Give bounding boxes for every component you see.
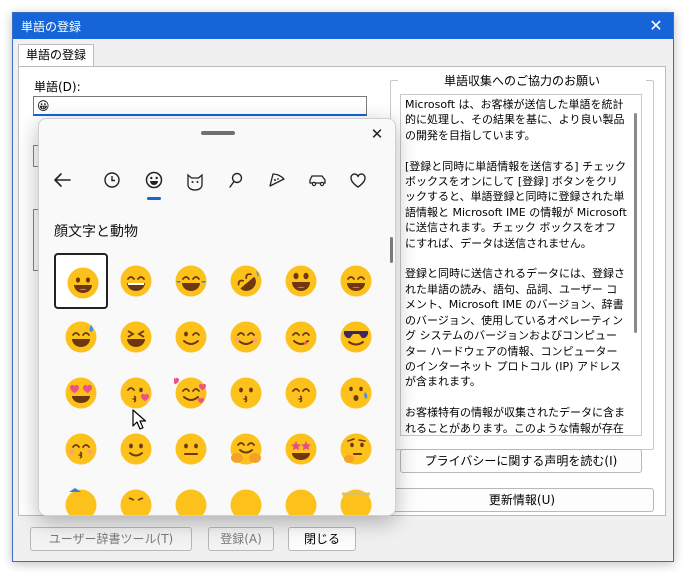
partial-5-icon <box>285 489 317 515</box>
squinting-face-emoji[interactable] <box>109 309 163 365</box>
beaming-face-emoji[interactable] <box>109 253 163 309</box>
info-groupbox-title: 単語収集へのご協力のお願い <box>398 72 646 89</box>
partial-5-emoji[interactable] <box>274 477 328 515</box>
grinning-face-emoji[interactable] <box>54 253 108 309</box>
squinting-face-icon <box>120 321 152 353</box>
kissing-smiling-eyes-emoji[interactable] <box>329 365 383 421</box>
thinking-face-icon <box>340 433 372 465</box>
winking-face-icon <box>175 321 207 353</box>
slightly-smiling-icon <box>120 433 152 465</box>
neutral-face-icon <box>175 433 207 465</box>
sweat-smile-icon <box>65 321 97 353</box>
emoji-panel-scrollbar[interactable] <box>390 237 393 263</box>
thinking-face-emoji[interactable] <box>329 421 383 477</box>
active-category-indicator <box>147 197 161 200</box>
car-icon[interactable] <box>305 167 331 193</box>
hugging-face-icon <box>230 433 262 465</box>
update-info-button[interactable]: 更新情報(U) <box>390 488 654 512</box>
hugging-face-emoji[interactable] <box>219 421 273 477</box>
drag-handle[interactable] <box>201 131 235 135</box>
partial-4-icon <box>230 489 262 515</box>
smiling-eyes-icon <box>230 321 262 353</box>
grinning-face-icon <box>67 267 99 299</box>
grinning-big-eyes-icon <box>285 265 317 297</box>
user-dictionary-tool-button[interactable]: ユーザー辞書ツール(T) <box>30 527 192 551</box>
neutral-face-emoji[interactable] <box>164 421 218 477</box>
smiling-eyes-emoji[interactable] <box>219 309 273 365</box>
sunglasses-face-emoji[interactable] <box>329 309 383 365</box>
emoji-category-bar <box>39 163 395 197</box>
sunglasses-face-icon <box>340 321 372 353</box>
kissing-heart-icon <box>120 377 152 409</box>
clock-icon[interactable] <box>99 167 125 193</box>
smiley-icon[interactable] <box>141 167 167 193</box>
info-scrollbar[interactable] <box>634 113 637 333</box>
emoji-panel: ✕ 顔文字と動物 <box>38 118 396 516</box>
register-button[interactable]: 登録(A) <box>208 527 274 551</box>
smiling-hearts-emoji[interactable] <box>164 365 218 421</box>
face-savoring-icon <box>285 321 317 353</box>
kissing-blush-emoji[interactable] <box>54 421 108 477</box>
pizza-icon[interactable] <box>264 167 290 193</box>
partial-6-emoji[interactable] <box>329 477 383 515</box>
grinning-big-eyes-emoji[interactable] <box>274 253 328 309</box>
word-input[interactable]: 😀 <box>33 96 367 116</box>
beaming-face-icon <box>120 265 152 297</box>
face-savoring-emoji[interactable] <box>274 309 328 365</box>
partial-4-emoji[interactable] <box>219 477 273 515</box>
info-text: Microsoft は、お客様が送信した単語を統計的に処理し、その結果を基に、よ… <box>405 98 627 435</box>
heart-icon[interactable] <box>345 167 371 193</box>
mouse-cursor-icon <box>132 409 147 430</box>
close-button[interactable]: 閉じる <box>288 527 356 551</box>
star-struck-emoji[interactable] <box>274 421 328 477</box>
winking-face-emoji[interactable] <box>164 309 218 365</box>
grinning-smiling-eyes-emoji[interactable] <box>329 253 383 309</box>
cat-face-icon[interactable] <box>182 167 208 193</box>
back-arrow-icon[interactable] <box>49 167 75 193</box>
tears-of-joy-icon <box>175 265 207 297</box>
tears-of-joy-emoji[interactable] <box>164 253 218 309</box>
kissing-face-icon <box>230 377 262 409</box>
word-label: 単語(D): <box>34 80 81 94</box>
kissing-blush-icon <box>65 433 97 465</box>
emoji-panel-close-icon[interactable]: ✕ <box>367 124 387 144</box>
grinning-smiling-eyes-icon <box>340 265 372 297</box>
partial-2-emoji[interactable] <box>109 477 163 515</box>
heart-eyes-icon <box>65 377 97 409</box>
partial-1-icon <box>65 488 97 515</box>
kissing-closed-eyes-emoji[interactable] <box>274 365 328 421</box>
rolling-laughing-emoji[interactable] <box>219 253 273 309</box>
info-textbox[interactable]: Microsoft は、お客様が送信した単語を統計的に処理し、その結果を基に、よ… <box>400 94 642 436</box>
emoji-section-title: 顔文字と動物 <box>54 224 138 240</box>
partial-1-emoji[interactable] <box>54 477 108 515</box>
partial-2-icon <box>120 489 152 515</box>
partial-6-icon <box>340 489 372 515</box>
smiling-hearts-icon <box>174 377 207 409</box>
kissing-smiling-eyes-icon <box>340 377 372 409</box>
sweat-smile-emoji[interactable] <box>54 309 108 365</box>
star-struck-icon <box>285 433 317 465</box>
kissing-closed-eyes-icon <box>285 377 317 409</box>
privacy-statement-button[interactable]: プライバシーに関する声明を読む(I) <box>400 449 642 473</box>
pin-icon[interactable] <box>223 167 249 193</box>
partial-3-emoji[interactable] <box>164 477 218 515</box>
kissing-face-emoji[interactable] <box>219 365 273 421</box>
rolling-laughing-icon <box>230 265 262 297</box>
partial-3-icon <box>175 489 207 515</box>
heart-eyes-emoji[interactable] <box>54 365 108 421</box>
